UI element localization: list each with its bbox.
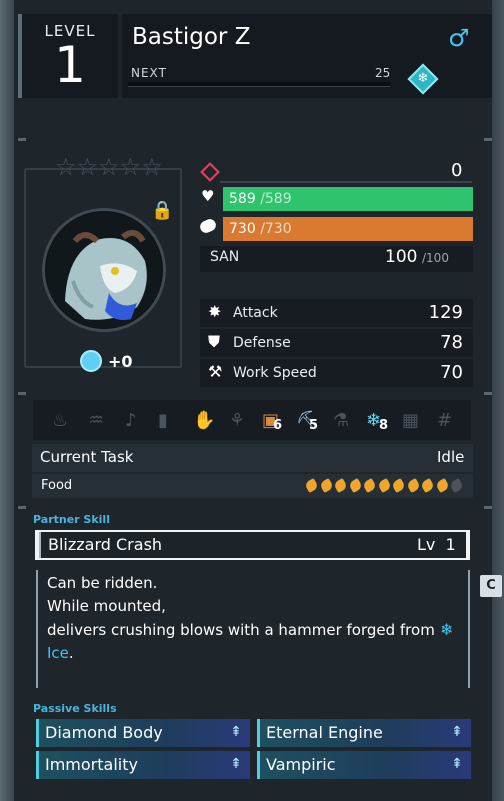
partner-skill-description: Can be ridden. While mounted, delivers c…	[36, 570, 470, 688]
food-label: Food	[41, 478, 73, 493]
desc-period: .	[68, 644, 74, 662]
hp-max: /589	[260, 191, 292, 207]
workspeed-row: ⚒ Work Speed 70	[200, 359, 473, 387]
passive-skill[interactable]: Eternal Engine ⇞	[257, 719, 471, 747]
exp-bar	[128, 82, 390, 87]
divider	[18, 506, 26, 509]
shield-icon: ⛊	[208, 332, 221, 351]
kindling-icon[interactable]: ♨	[52, 410, 68, 431]
desc-ice-keyword: Ice	[47, 644, 69, 662]
passive-skills-label: Passive Skills	[33, 702, 117, 715]
planting-icon[interactable]: ♪	[125, 410, 137, 431]
partner-skill-name: Blizzard Crash	[48, 535, 163, 554]
desc-line: While mounted,	[47, 597, 166, 615]
condensed-value: 0	[451, 160, 463, 181]
lumbering-level: 6	[273, 418, 283, 433]
attack-value: 129	[428, 302, 463, 323]
attack-icon: ✸	[208, 302, 222, 321]
next-value: 25	[375, 66, 391, 80]
passive-skill-name: Vampiric	[266, 755, 336, 774]
pal-portrait	[42, 208, 166, 332]
hp-current: 589	[229, 191, 256, 207]
ice-element-icon: ❄	[440, 620, 454, 639]
workspeed-value: 70	[440, 362, 463, 383]
partner-skill-label: Partner Skill	[33, 513, 110, 526]
rank-up-icon: ⇞	[451, 724, 463, 740]
mining-level: 5	[309, 418, 319, 433]
stamina-current: 730	[229, 221, 256, 237]
desc-line: delivers crushing blows with a hammer fo…	[47, 621, 435, 639]
heart-icon: ♥	[201, 187, 215, 205]
defense-row: ⛊ Defense 78	[200, 329, 473, 357]
current-task-value: Idle	[437, 448, 465, 466]
passive-skill[interactable]: Immortality ⇞	[36, 751, 250, 779]
desc-line: Can be ridden.	[47, 574, 158, 592]
watering-icon[interactable]: ♒	[88, 410, 104, 431]
attack-label: Attack	[233, 305, 278, 321]
soul-value: +0	[108, 352, 133, 371]
level-value: 1	[54, 36, 86, 94]
lock-icon[interactable]: 🔒	[151, 200, 173, 221]
cooling-level: 8	[379, 418, 389, 433]
divider-line	[220, 181, 472, 183]
san-max: /100	[422, 251, 449, 265]
divider	[484, 392, 492, 395]
current-task-label: Current Task	[40, 448, 134, 466]
next-label: NEXT	[131, 66, 167, 80]
rank-up-icon: ⇞	[230, 756, 242, 772]
handiwork-icon[interactable]: ✋	[193, 410, 215, 431]
divider	[18, 392, 26, 395]
defense-label: Defense	[233, 335, 291, 351]
level-box: LEVEL 1	[18, 14, 118, 98]
passive-skill-name: Immortality	[45, 755, 138, 774]
passive-skill-name: Diamond Body	[45, 723, 163, 742]
electricity-icon[interactable]: ▮	[158, 410, 168, 431]
workspeed-label: Work Speed	[233, 365, 317, 381]
pal-name[interactable]: Bastigor Z	[132, 24, 250, 50]
divider	[484, 506, 492, 509]
hp-bar: 589 /589	[223, 187, 473, 211]
soul-icon	[80, 350, 102, 372]
divider	[484, 138, 492, 141]
defense-value: 78	[440, 332, 463, 353]
divider	[18, 138, 26, 141]
stamina-max: /730	[260, 221, 292, 237]
hammer-icon: ⚒	[208, 362, 223, 381]
c-key-button[interactable]: C	[480, 575, 502, 597]
stamina-bar: 730 /730	[223, 217, 473, 241]
san-label: SAN	[210, 249, 240, 265]
san-value: 100	[385, 247, 418, 267]
rank-up-icon: ⇞	[451, 756, 463, 772]
pal-portrait-image	[46, 212, 162, 328]
rank-stars: ☆☆☆☆☆	[55, 153, 163, 181]
farming-icon[interactable]: #	[437, 410, 452, 431]
partner-skill-level: Lv 1	[417, 535, 456, 554]
transporting-icon[interactable]: ▦	[402, 410, 419, 431]
male-icon: ♂	[448, 24, 470, 52]
passive-skill-name: Eternal Engine	[266, 723, 383, 742]
medicine-icon[interactable]: ⚗	[333, 410, 349, 431]
attack-row: ✸ Attack 129	[200, 299, 473, 327]
rank-up-icon: ⇞	[230, 724, 242, 740]
gathering-icon[interactable]: ⚘	[229, 410, 245, 431]
passive-skill[interactable]: Diamond Body ⇞	[36, 719, 250, 747]
passive-skill[interactable]: Vampiric ⇞	[257, 751, 471, 779]
